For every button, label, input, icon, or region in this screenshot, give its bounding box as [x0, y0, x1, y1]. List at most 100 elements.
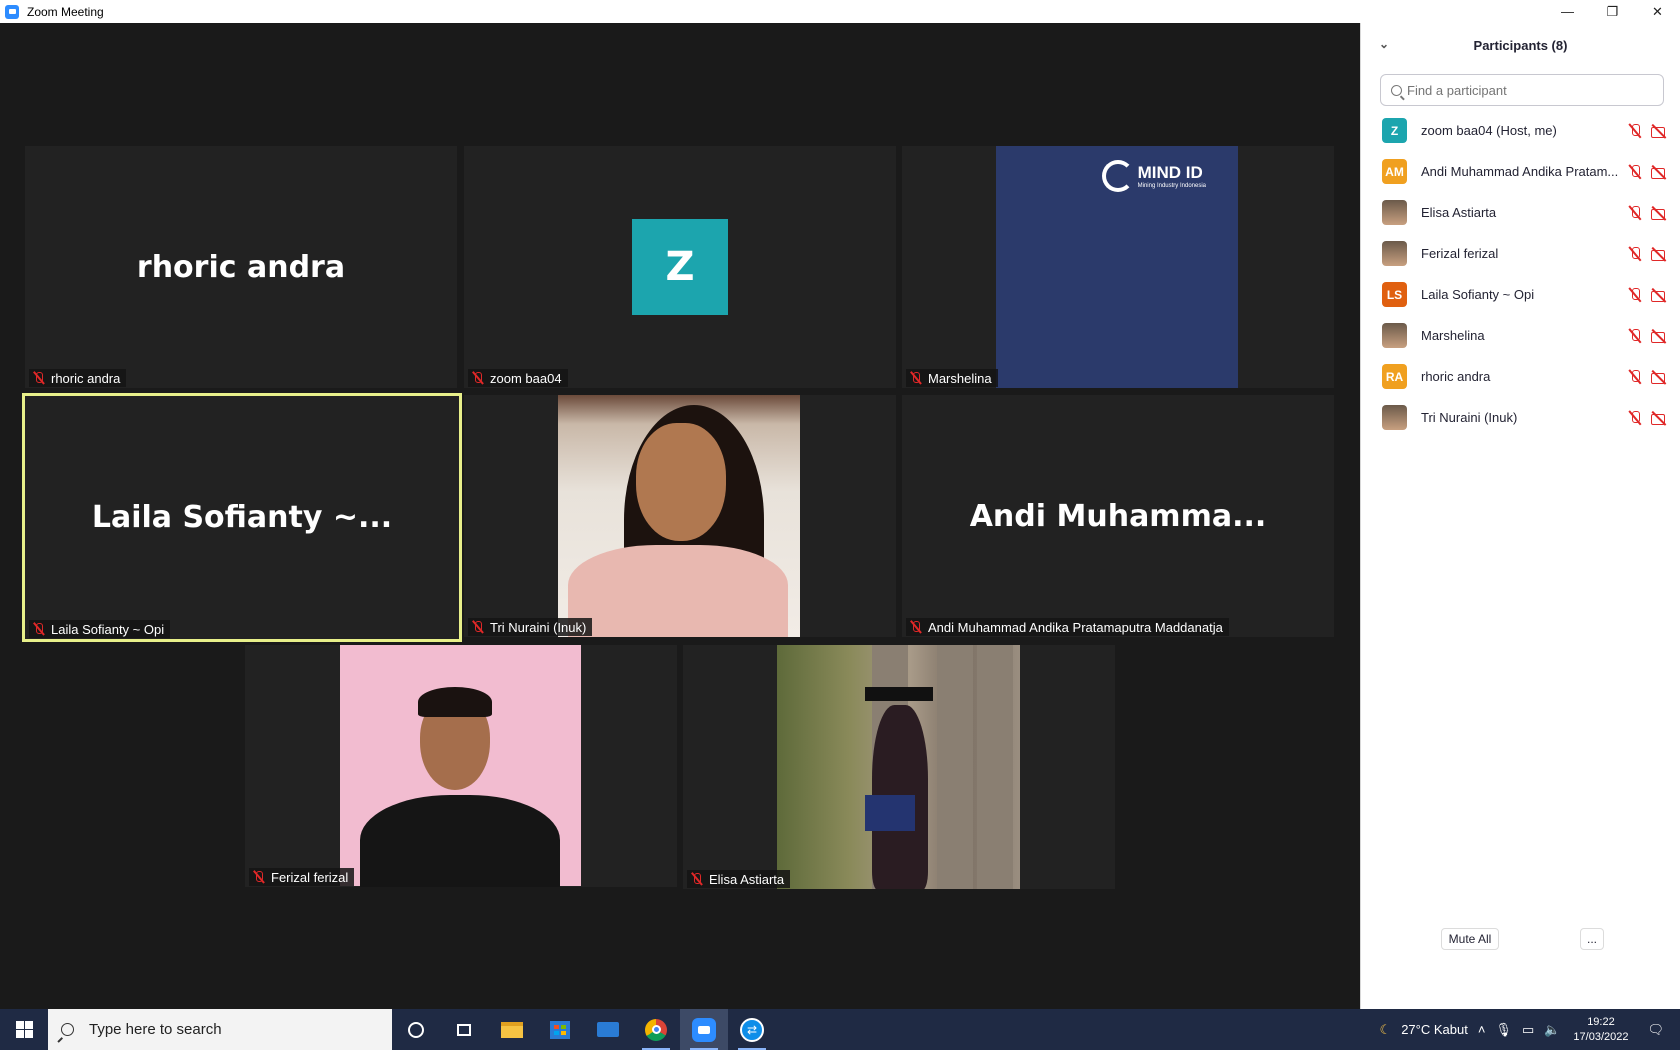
task-view-icon[interactable]: [440, 1009, 488, 1050]
participant-row[interactable]: Zzoom baa04 (Host, me): [1361, 110, 1680, 151]
avatar: [1382, 405, 1407, 430]
participants-header: ⌄ Participants (8): [1361, 23, 1680, 68]
video-feed: [558, 395, 800, 637]
participants-title: Participants (8): [1473, 38, 1568, 53]
window-title: Zoom Meeting: [27, 4, 104, 19]
video-tile-zoom[interactable]: Z zoom baa04: [464, 146, 896, 388]
mic-muted-icon[interactable]: [1628, 410, 1642, 426]
chevron-up-icon[interactable]: ˄: [1478, 1022, 1486, 1037]
start-button[interactable]: [0, 1009, 48, 1050]
video-tile-laila-active-speaker[interactable]: Laila Sofianty ~... Laila Sofianty ~ Opi: [22, 393, 462, 642]
participant-row[interactable]: Ferizal ferizal: [1361, 233, 1680, 274]
video-off-icon[interactable]: [1650, 287, 1668, 303]
participant-name: Elisa Astiarta: [1421, 205, 1497, 220]
file-explorer-icon[interactable]: [488, 1009, 536, 1050]
avatar: [1382, 200, 1407, 225]
tile-nameplate: zoom baa04: [468, 369, 568, 387]
mute-all-button[interactable]: Mute All: [1441, 928, 1499, 950]
participant-name: Laila Sofianty ~ Opi: [1421, 287, 1535, 302]
close-button[interactable]: ✕: [1635, 0, 1680, 23]
participant-search-input[interactable]: [1407, 82, 1647, 98]
participant-row[interactable]: Marshelina: [1361, 315, 1680, 356]
participant-name: Tri Nuraini (Inuk): [1421, 410, 1518, 425]
mic-muted-icon: [33, 622, 45, 636]
mail-icon[interactable]: [584, 1009, 632, 1050]
mic-muted-icon: [472, 371, 484, 385]
microsoft-store-icon[interactable]: [536, 1009, 584, 1050]
video-off-icon[interactable]: [1650, 123, 1668, 139]
video-tile-marshelina[interactable]: MIND ID Mining Industry Indonesia Marshe…: [902, 146, 1334, 388]
zoom-app-icon: [5, 4, 19, 19]
mic-muted-icon: [691, 872, 703, 886]
video-tile-rhoric[interactable]: rhoric andra rhoric andra: [25, 146, 457, 388]
participant-row[interactable]: Elisa Astiarta: [1361, 192, 1680, 233]
video-off-icon[interactable]: [1650, 246, 1668, 262]
windows-logo-icon: [15, 1021, 33, 1038]
mic-muted-icon[interactable]: [1628, 328, 1642, 344]
video-tile-andi[interactable]: Andi Muhamma... Andi Muhammad Andika Pra…: [902, 395, 1334, 637]
avatar: AM: [1382, 159, 1407, 184]
video-off-icon[interactable]: [1650, 164, 1668, 180]
teamviewer-icon[interactable]: ⇄: [728, 1009, 776, 1050]
tile-nameplate: Laila Sofianty ~ Opi: [29, 620, 171, 638]
video-tile-ferizal[interactable]: Ferizal ferizal: [245, 645, 677, 887]
mic-muted-icon[interactable]: [1628, 369, 1642, 385]
volume-icon[interactable]: 🔈: [1544, 1022, 1560, 1038]
tile-big-name: Laila Sofianty ~...: [91, 500, 393, 535]
tile-big-name: Andi Muhamma...: [969, 498, 1267, 534]
clock[interactable]: 19:22 17/03/2022: [1573, 1015, 1628, 1045]
video-feed: [340, 645, 581, 887]
search-icon: [61, 1023, 74, 1036]
restore-button[interactable]: ❐: [1590, 0, 1635, 23]
mic-muted-icon[interactable]: [1628, 123, 1642, 139]
tile-big-name: rhoric andra: [136, 249, 346, 285]
cortana-icon[interactable]: [392, 1009, 440, 1050]
zoom-taskbar-icon[interactable]: [680, 1009, 728, 1050]
mic-muted-icon: [33, 371, 45, 385]
video-feed: MIND ID Mining Industry Indonesia: [996, 146, 1238, 388]
chrome-icon[interactable]: [632, 1009, 680, 1050]
avatar: Z: [1382, 118, 1407, 143]
taskbar-search-box[interactable]: Type here to search: [48, 1009, 392, 1050]
video-gallery: rhoric andra rhoric andra Z zoom baa04 M…: [0, 23, 1360, 1009]
mic-muted-icon[interactable]: [1628, 246, 1642, 262]
clock-time: 19:22: [1587, 1015, 1615, 1028]
participant-name: rhoric andra: [1421, 369, 1491, 384]
notifications-icon[interactable]: 🗨: [1647, 1022, 1664, 1038]
chevron-down-icon[interactable]: ⌄: [1379, 37, 1389, 51]
participant-row[interactable]: RA rhoric andra: [1361, 356, 1680, 397]
video-off-icon[interactable]: [1650, 205, 1668, 221]
participant-row[interactable]: LS Laila Sofianty ~ Opi: [1361, 274, 1680, 315]
video-off-icon[interactable]: [1650, 410, 1668, 426]
mic-muted-icon: [910, 371, 922, 385]
avatar: [1382, 241, 1407, 266]
microphone-icon[interactable]: 🎙: [1495, 1022, 1512, 1038]
mic-muted-icon[interactable]: [1628, 287, 1642, 303]
mic-muted-icon: [253, 870, 265, 884]
mind-id-logo: MIND ID Mining Industry Indonesia: [1101, 160, 1206, 192]
network-icon[interactable]: ▭: [1522, 1022, 1534, 1038]
tile-nameplate: rhoric andra: [29, 369, 127, 387]
tile-nameplate: Elisa Astiarta: [687, 870, 791, 888]
participant-row[interactable]: AM Andi Muhammad Andika Pratam...: [1361, 151, 1680, 192]
video-tile-elisa[interactable]: Elisa Astiarta: [683, 645, 1115, 889]
video-off-icon[interactable]: [1650, 369, 1668, 385]
video-off-icon[interactable]: [1650, 328, 1668, 344]
minimize-button[interactable]: —: [1545, 0, 1590, 23]
tile-nameplate: Ferizal ferizal: [249, 868, 355, 886]
mic-muted-icon[interactable]: [1628, 164, 1642, 180]
tile-nameplate: Tri Nuraini (Inuk): [468, 618, 593, 636]
participant-row[interactable]: Tri Nuraini (Inuk): [1361, 397, 1680, 438]
video-tile-tri[interactable]: Tri Nuraini (Inuk): [464, 395, 896, 637]
participant-name: Andi Muhammad Andika Pratam...: [1421, 164, 1619, 179]
mic-muted-icon[interactable]: [1628, 205, 1642, 221]
weather-label[interactable]: 27°C Kabut: [1401, 1022, 1468, 1037]
tile-nameplate: Marshelina: [906, 369, 998, 387]
taskbar-search-placeholder: Type here to search: [89, 1021, 222, 1038]
more-options-button[interactable]: ...: [1580, 928, 1604, 950]
video-feed: [777, 645, 1020, 889]
participant-list: Zzoom baa04 (Host, me) AM Andi Muhammad An…: [1361, 110, 1680, 438]
participant-search-box[interactable]: [1380, 74, 1664, 106]
weather-moon-icon[interactable]: ☾: [1380, 1022, 1392, 1038]
tile-nameplate: Andi Muhammad Andika Pratamaputra Maddan…: [906, 618, 1229, 636]
